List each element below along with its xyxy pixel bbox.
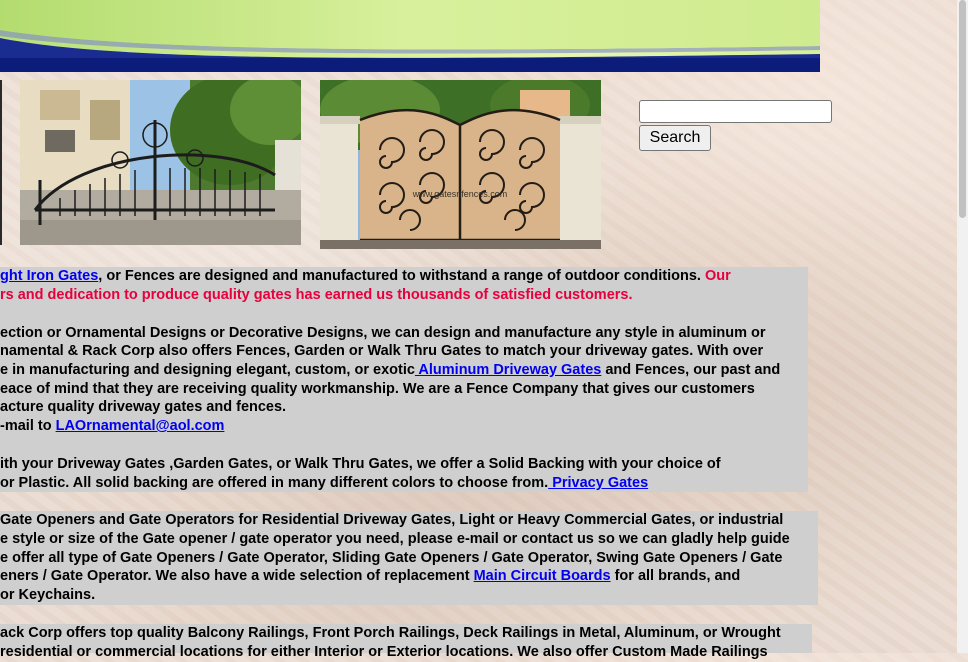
intro-line-2: rs and dedication to produce quality gat… xyxy=(0,287,633,303)
banner-navy-stripe xyxy=(0,58,820,72)
gate-openers-panel: Gate Openers and Gate Operators for Resi… xyxy=(0,511,818,605)
intro-line-8: -mail to LAOrnamental@aol.com xyxy=(0,417,224,436)
search-input[interactable] xyxy=(639,100,832,123)
intro-line-9: ith your Driveway Gates ,Garden Gates, o… xyxy=(0,456,721,472)
ornamental-driveway-gate-photo xyxy=(20,80,301,245)
openers-line-3: e offer all type of Gate Openers / Gate … xyxy=(0,550,783,566)
openers-text: eners / Gate Operator. We also have a wi… xyxy=(0,568,474,584)
wrought-iron-gates-link[interactable]: ght Iron Gates xyxy=(0,268,98,284)
railings-line-1: ack Corp offers top quality Balcony Rail… xyxy=(0,625,781,641)
intro-line-4: namental & Rack Corp also offers Fences,… xyxy=(0,343,764,359)
search-button[interactable]: Search xyxy=(639,125,711,151)
intro-line-10: or Plastic. All solid backing are offere… xyxy=(0,474,648,493)
openers-line-1: Gate Openers and Gate Operators for Resi… xyxy=(0,512,784,528)
cropped-photo-edge xyxy=(0,80,2,245)
intro-line-3: ection or Ornamental Designs or Decorati… xyxy=(0,325,766,341)
intro-line-1: ght Iron Gates, or Fences are designed a… xyxy=(0,267,731,286)
intro-panel: ght Iron Gates, or Fences are designed a… xyxy=(0,267,808,492)
intro-line-7: acture quality driveway gates and fences… xyxy=(0,399,287,415)
intro-line-6: eace of mind that they are receiving qua… xyxy=(0,381,755,397)
privacy-gates-link[interactable]: Privacy Gates xyxy=(548,475,648,491)
openers-line-4: eners / Gate Operator. We also have a wi… xyxy=(0,567,740,586)
intro-text: and Fences, our past and xyxy=(601,362,781,378)
intro-text: e in manufacturing and designing elegant… xyxy=(0,362,415,378)
openers-line-5: or Keychains. xyxy=(0,587,96,603)
intro-line-5: e in manufacturing and designing elegant… xyxy=(0,361,780,380)
aluminum-driveway-gates-link[interactable]: Aluminum Driveway Gates xyxy=(415,362,601,378)
email-link[interactable]: LAOrnamental@aol.com xyxy=(56,418,225,434)
header-banner xyxy=(0,0,820,72)
main-circuit-boards-link[interactable]: Main Circuit Boards xyxy=(474,568,611,584)
intro-text: , or Fences are designed and manufacture… xyxy=(98,268,705,284)
openers-line-2: e style or size of the Gate opener / gat… xyxy=(0,531,790,547)
railings-panel: ack Corp offers top quality Balcony Rail… xyxy=(0,624,812,660)
intro-text: or Plastic. All solid backing are offere… xyxy=(0,475,549,491)
scroll-design-gate-photo: www.gatesnfences.com xyxy=(320,80,601,249)
openers-text: for all brands, and xyxy=(610,568,741,584)
scrollbar-thumb[interactable] xyxy=(959,0,966,218)
page-scrollbar[interactable] xyxy=(957,0,968,653)
photo-watermark: www.gatesnfences.com xyxy=(412,189,508,199)
intro-highlight: Our xyxy=(704,268,731,284)
intro-text: -mail to xyxy=(0,418,56,434)
